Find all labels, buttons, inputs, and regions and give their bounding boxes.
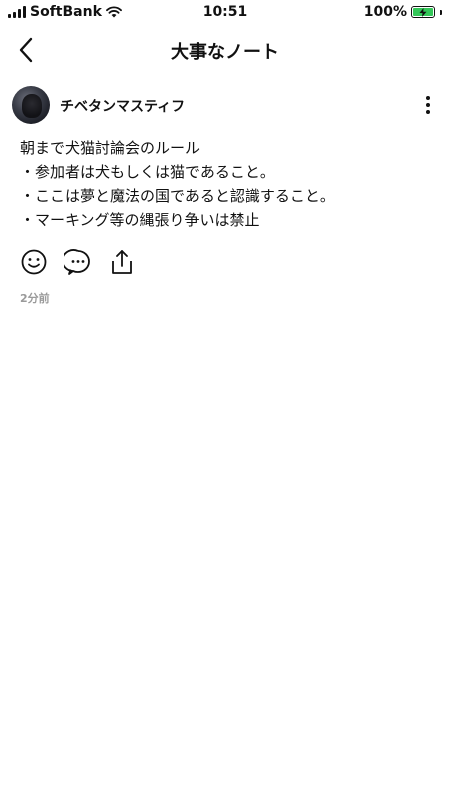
post-line: 朝まで犬猫討論会のルール [20, 139, 201, 157]
post-actions [0, 232, 450, 276]
post-timestamp: 2分前 [20, 292, 50, 305]
nav-bar: 大事なノート [0, 24, 450, 76]
smiley-icon [21, 249, 47, 275]
status-bar: SoftBank 10:51 100% [0, 0, 450, 24]
post-body: 朝まで犬猫討論会のルール ・参加者は犬もしくは猫であること。 ・ここは夢と魔法の… [0, 130, 450, 232]
battery-icon [411, 6, 435, 18]
avatar[interactable] [12, 86, 50, 124]
more-options-button[interactable] [418, 92, 438, 118]
post-line: ・マーキング等の縄張り争いは禁止 [20, 211, 260, 229]
charging-bolt-icon [419, 8, 427, 17]
reaction-button[interactable] [20, 248, 48, 276]
post-line: ・ここは夢と魔法の国であると認識すること。 [20, 187, 335, 205]
share-icon [112, 250, 132, 274]
status-right: 100% [364, 4, 442, 20]
comment-button[interactable] [64, 248, 92, 276]
share-button[interactable] [108, 248, 136, 276]
post-line: ・参加者は犬もしくは猫であること。 [20, 163, 275, 181]
comment-icon [64, 249, 90, 275]
battery-percent: 100% [363, 4, 407, 20]
post-header: チベタンマスティフ [0, 86, 450, 130]
author-name[interactable]: チベタンマスティフ [60, 96, 185, 116]
page-title: 大事なノート [171, 42, 279, 63]
battery-cap [440, 9, 442, 15]
